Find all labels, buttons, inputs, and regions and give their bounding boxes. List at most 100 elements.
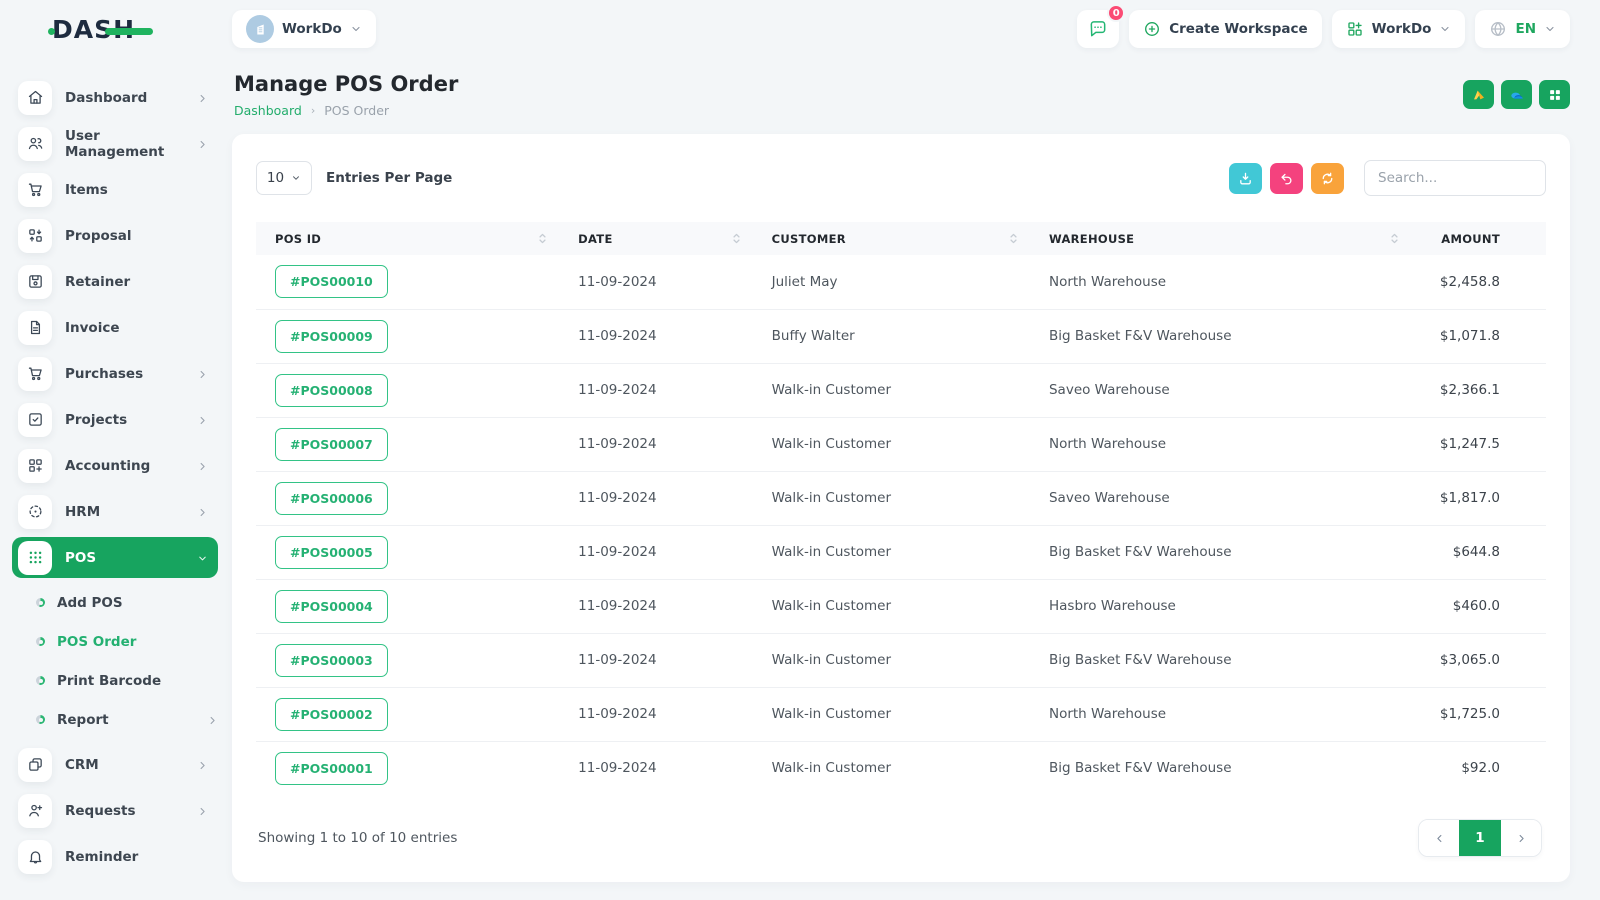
swap-icon (18, 218, 52, 253)
bell-icon (18, 839, 52, 874)
chevron-right-icon (197, 759, 208, 770)
pos-id-badge[interactable]: #POS00009 (275, 319, 388, 353)
column-header-amount[interactable]: AMOUNT (1410, 222, 1546, 255)
pos-order-card: 10 Entries Per Page POS ID DATE (232, 134, 1570, 882)
sidebar-subitem-report[interactable]: Report (12, 700, 218, 739)
grid-add-icon (18, 448, 52, 483)
refresh-button[interactable] (1311, 162, 1344, 194)
undo-button[interactable] (1270, 162, 1303, 194)
table-row: #POS00005 11-09-2024 Walk-in Customer Big B… (256, 525, 1546, 580)
sidebar-item-proposal[interactable]: Proposal (12, 215, 218, 256)
pos-id-badge[interactable]: #POS00006 (275, 481, 388, 515)
sidebar-item-accounting[interactable]: Accounting (12, 445, 218, 486)
chevron-right-icon (197, 138, 208, 149)
plus-circle-icon (1143, 20, 1161, 38)
pos-id-badge[interactable]: #POS00004 (275, 589, 388, 623)
pos-order-table: POS ID DATE CUSTOMER WAREHOUSE AMOUNT #P… (256, 222, 1546, 795)
refresh-icon (1320, 171, 1335, 186)
bullet-icon (36, 637, 45, 646)
column-header-pos-id[interactable]: POS ID (256, 222, 560, 255)
workspace-selector-label: WorkDo (282, 21, 342, 37)
sidebar-subitem-print-barcode[interactable]: Print Barcode (12, 661, 218, 700)
sidebar-item-dashboard[interactable]: Dashboard (12, 77, 218, 118)
chevron-down-icon (1544, 23, 1556, 35)
logo-bar-icon (105, 27, 153, 35)
customer-cell: Walk-in Customer (752, 633, 1030, 688)
brand-logo[interactable]: DASH (0, 15, 232, 44)
sidebar-item-label: User Management (65, 127, 165, 160)
create-workspace-button[interactable]: Create Workspace (1129, 10, 1322, 48)
table-row: #POS00006 11-09-2024 Walk-in Customer Saveo… (256, 471, 1546, 526)
search-input[interactable] (1364, 160, 1546, 196)
workspace-selector[interactable]: WorkDo (232, 10, 376, 48)
entries-per-page-select[interactable]: 10 (256, 161, 312, 195)
sidebar-item-purchases[interactable]: Purchases (12, 353, 218, 394)
customer-cell: Juliet May (752, 255, 1030, 310)
grid-view-button[interactable] (1539, 80, 1570, 109)
sidebar-item-crm[interactable]: CRM (12, 744, 218, 785)
chevron-down-icon (350, 23, 362, 35)
pos-id-badge[interactable]: #POS00003 (275, 643, 388, 677)
column-header-customer[interactable]: CUSTOMER (752, 222, 1030, 255)
warehouse-cell: Big Basket F&V Warehouse (1029, 633, 1411, 688)
pos-id-badge[interactable]: #POS00001 (275, 751, 388, 785)
table-row: #POS00010 11-09-2024 Juliet May North Wareh… (256, 255, 1546, 310)
column-header-warehouse[interactable]: WAREHOUSE (1029, 222, 1411, 255)
warehouse-cell: Big Basket F&V Warehouse (1029, 309, 1411, 364)
entries-per-page-value: 10 (266, 170, 285, 186)
pos-id-badge[interactable]: #POS00007 (275, 427, 388, 461)
sidebar-item-user-management[interactable]: User Management (12, 123, 218, 164)
sidebar-item-retainer[interactable]: Retainer (12, 261, 218, 302)
sidebar-item-pos[interactable]: POS (12, 537, 218, 578)
customer-cell: Walk-in Customer (752, 417, 1030, 472)
amount-cell: $2,458.8 (1410, 255, 1546, 310)
sidebar-item-label: Accounting (65, 457, 151, 474)
date-cell: 11-09-2024 (559, 687, 753, 742)
messages-button[interactable]: 0 (1077, 4, 1126, 48)
sidebar-subitem-pos-order[interactable]: POS Order (12, 622, 218, 661)
breadcrumb-dashboard-link[interactable]: Dashboard (234, 103, 302, 118)
pos-id-badge[interactable]: #POS00002 (275, 697, 388, 731)
sidebar: Dashboard User Management Items Proposal Ret… (0, 58, 232, 900)
amount-cell: $644.8 (1410, 525, 1546, 580)
bullet-icon (36, 676, 45, 685)
date-cell: 11-09-2024 (578, 760, 657, 777)
column-header-date[interactable]: DATE (559, 222, 753, 255)
cart-icon (18, 172, 52, 207)
date-cell: 11-09-2024 (559, 363, 753, 418)
onedrive-button[interactable] (1501, 80, 1532, 109)
customer-cell: Walk-in Customer (771, 760, 892, 777)
home-icon (18, 80, 52, 115)
pos-id-badge[interactable]: #POS00005 (275, 535, 388, 569)
language-dropdown[interactable]: EN (1475, 10, 1570, 48)
sidebar-item-hrm[interactable]: HRM (12, 491, 218, 532)
pagination-next-button[interactable] (1501, 820, 1541, 856)
crm-icon (18, 747, 52, 782)
save-icon (18, 264, 52, 299)
user-plus-icon (18, 793, 52, 828)
top-header: DASH WorkDo 0 Create Workspace WorkDo EN (0, 0, 1600, 58)
pos-id-badge[interactable]: #POS00008 (275, 373, 388, 407)
sidebar-item-requests[interactable]: Requests (12, 790, 218, 831)
sidebar-item-items[interactable]: Items (12, 169, 218, 210)
sidebar-item-reminder[interactable]: Reminder (12, 836, 218, 877)
target-dots-icon (18, 494, 52, 529)
entries-per-page-label: Entries Per Page (326, 170, 453, 186)
chevron-right-icon (1516, 833, 1527, 844)
export-download-button[interactable] (1229, 162, 1262, 194)
sort-icon (536, 232, 549, 245)
google-drive-button[interactable] (1463, 80, 1494, 109)
amount-cell: $1,247.5 (1410, 417, 1546, 472)
pos-id-badge[interactable]: #POS00010 (275, 265, 388, 299)
chevron-down-icon (1439, 23, 1451, 35)
warehouse-cell: Saveo Warehouse (1029, 363, 1411, 418)
pagination-page-1[interactable]: 1 (1459, 820, 1501, 856)
workspace-dropdown[interactable]: WorkDo (1331, 10, 1466, 48)
messages-badge: 0 (1107, 4, 1126, 22)
sidebar-subitem-add-pos[interactable]: Add POS (12, 583, 218, 622)
sidebar-item-projects[interactable]: Projects (12, 399, 218, 440)
warehouse-cell: Big Basket F&V Warehouse (1029, 525, 1411, 580)
sidebar-item-invoice[interactable]: Invoice (12, 307, 218, 348)
create-workspace-label: Create Workspace (1169, 21, 1308, 37)
pagination-prev-button[interactable] (1419, 820, 1459, 856)
